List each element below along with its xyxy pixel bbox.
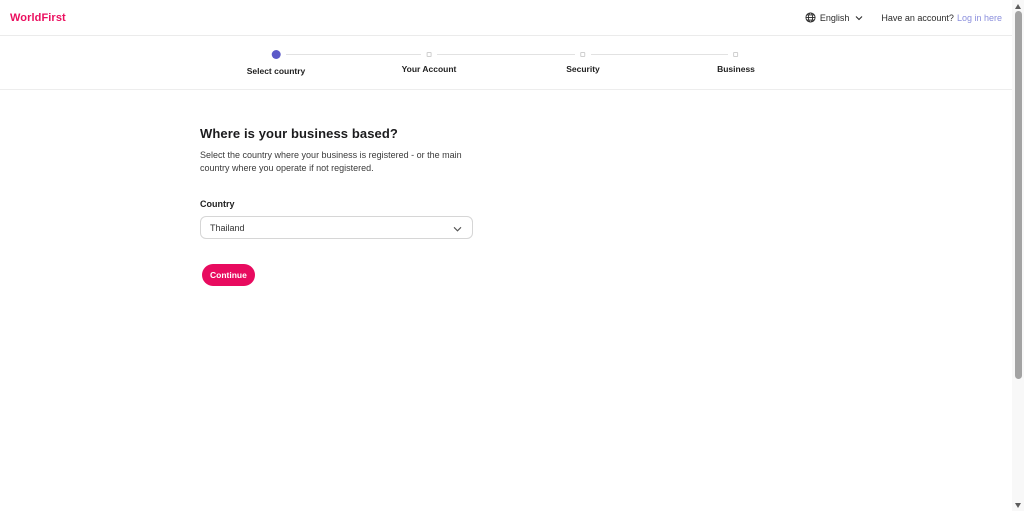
stepper-step-select-country: Select country <box>247 37 306 76</box>
active-step-dot <box>271 50 280 59</box>
globe-icon <box>805 12 816 23</box>
scroll-down-arrow-icon[interactable] <box>1012 499 1024 511</box>
account-prompt-text: Have an account? <box>881 13 954 23</box>
page-title: Where is your business based? <box>200 126 1012 141</box>
inactive-step-marker <box>580 52 585 57</box>
step-label: Business <box>717 64 755 74</box>
inactive-step-marker <box>733 52 738 57</box>
account-prompt-row: Have an account?Log in here <box>881 13 1002 23</box>
step-label: Security <box>566 64 600 74</box>
language-label: English <box>820 13 850 23</box>
chevron-down-icon <box>453 219 462 237</box>
vertical-scrollbar[interactable] <box>1012 0 1024 511</box>
country-select[interactable]: Thailand <box>200 216 473 239</box>
step-label: Your Account <box>402 64 457 74</box>
step-label: Select country <box>247 66 306 76</box>
stepper-connector <box>591 54 728 55</box>
onboarding-page: WorldFirst English <box>0 0 1012 511</box>
worldfirst-logo[interactable]: WorldFirst <box>10 12 66 24</box>
country-field-label: Country <box>200 199 1012 209</box>
description-line: country where you operate if not registe… <box>200 162 1012 175</box>
signup-stepper: Select country Your Account Security Bus… <box>0 37 1012 90</box>
main-content: Where is your business based? Select the… <box>0 90 1012 286</box>
country-select-value: Thailand <box>210 223 245 233</box>
inactive-step-marker <box>427 52 432 57</box>
top-header: WorldFirst English <box>0 0 1012 36</box>
header-right-cluster: English Have an account?Log in here <box>805 12 1002 23</box>
stepper-step-security: Security <box>566 37 600 74</box>
chevron-down-icon <box>855 15 863 21</box>
description-line: Select the country where your business i… <box>200 149 1012 162</box>
login-link[interactable]: Log in here <box>957 13 1002 23</box>
page-description: Select the country where your business i… <box>200 149 1012 175</box>
language-switcher[interactable]: English <box>805 12 864 23</box>
continue-button[interactable]: Continue <box>202 264 255 286</box>
stepper-step-business: Business <box>717 37 755 74</box>
scrollbar-thumb[interactable] <box>1015 11 1022 379</box>
stepper-step-your-account: Your Account <box>402 37 457 74</box>
stepper-connector <box>437 54 575 55</box>
